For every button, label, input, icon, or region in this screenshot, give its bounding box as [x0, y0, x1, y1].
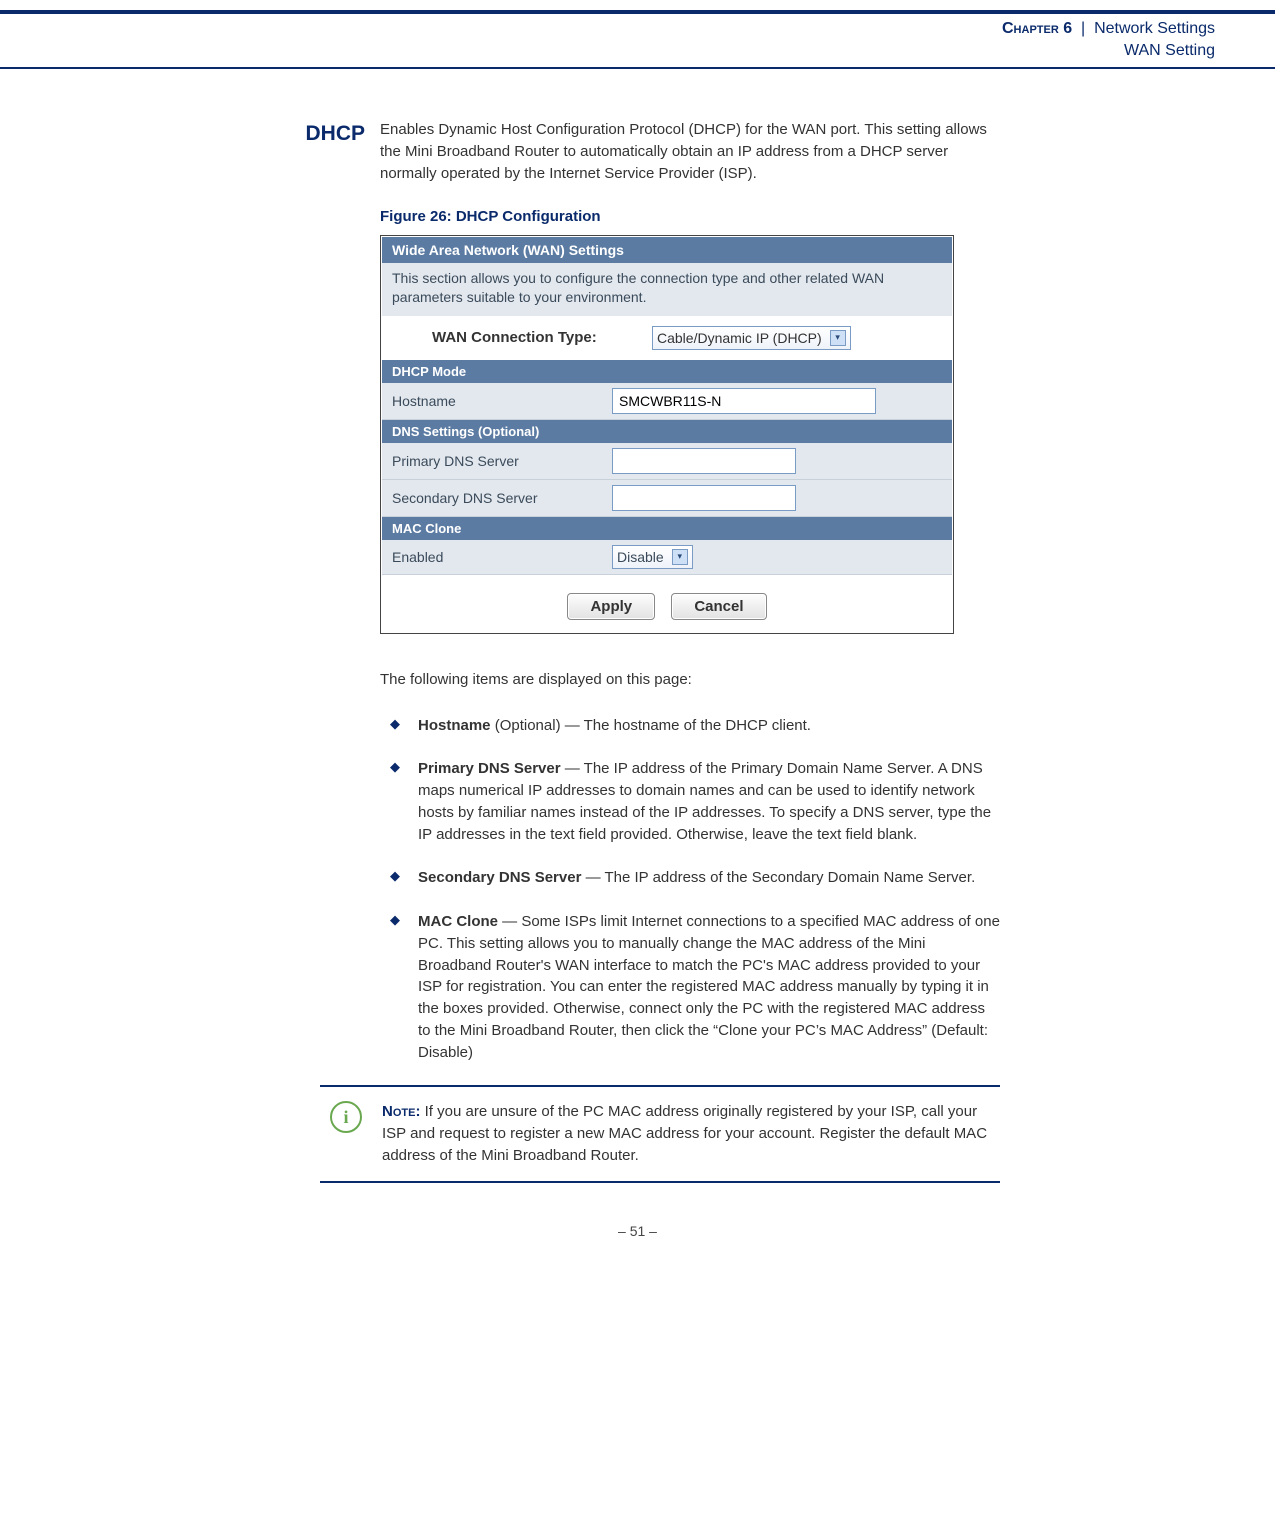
- primary-dns-input[interactable]: [612, 448, 796, 474]
- panel-description: This section allows you to configure the…: [382, 263, 952, 315]
- list-item: Primary DNS Server — The IP address of t…: [380, 758, 1000, 845]
- wan-conn-type-label: WAN Connection Type:: [432, 329, 652, 346]
- hostname-input[interactable]: [612, 388, 876, 414]
- primary-dns-label: Primary DNS Server: [392, 453, 612, 469]
- section-heading: DHCP: [0, 122, 365, 146]
- info-icon: i: [330, 1101, 362, 1133]
- section-bar-dns: DNS Settings (Optional): [382, 420, 952, 443]
- items-intro: The following items are displayed on thi…: [380, 669, 1000, 691]
- item-desc: — Some ISPs limit Internet connections t…: [418, 913, 1000, 1061]
- header-separator: |: [1081, 20, 1085, 37]
- page-header: Chapter 6 | Network Settings WAN Setting: [0, 14, 1275, 69]
- figure-screenshot: Wide Area Network (WAN) Settings This se…: [380, 235, 954, 633]
- mac-clone-enabled-value: Disable: [617, 549, 664, 565]
- note-label: Note:: [382, 1103, 420, 1120]
- chevron-down-icon: ▾: [672, 549, 688, 565]
- mac-clone-enabled-label: Enabled: [392, 549, 612, 565]
- note-text: If you are unsure of the PC MAC address …: [382, 1103, 987, 1164]
- item-desc: — The IP address of the Secondary Domain…: [581, 869, 975, 886]
- note-block: i Note: If you are unsure of the PC MAC …: [320, 1085, 1000, 1182]
- wan-conn-type-value: Cable/Dynamic IP (DHCP): [657, 330, 822, 346]
- list-item: Secondary DNS Server — The IP address of…: [380, 867, 1000, 889]
- items-list: Hostname (Optional) — The hostname of th…: [380, 715, 1000, 1064]
- figure-caption: Figure 26: DHCP Configuration: [380, 208, 1000, 225]
- chevron-down-icon: ▾: [830, 330, 846, 346]
- mac-clone-enabled-select[interactable]: Disable ▾: [612, 545, 693, 569]
- list-item: MAC Clone — Some ISPs limit Internet con…: [380, 911, 1000, 1063]
- list-item: Hostname (Optional) — The hostname of th…: [380, 715, 1000, 737]
- secondary-dns-label: Secondary DNS Server: [392, 490, 612, 506]
- item-term: Secondary DNS Server: [418, 869, 581, 886]
- panel-title: Wide Area Network (WAN) Settings: [382, 237, 952, 263]
- chapter-label: Chapter 6: [1002, 20, 1072, 37]
- section-bar-dhcp-mode: DHCP Mode: [382, 360, 952, 383]
- item-term: Primary DNS Server: [418, 760, 561, 777]
- secondary-dns-input[interactable]: [612, 485, 796, 511]
- section-bar-mac-clone: MAC Clone: [382, 517, 952, 540]
- page-number: – 51 –: [0, 1223, 1275, 1239]
- item-term: MAC Clone: [418, 913, 498, 930]
- item-term: Hostname: [418, 717, 491, 734]
- cancel-button[interactable]: Cancel: [671, 593, 766, 620]
- wan-conn-type-select[interactable]: Cable/Dynamic IP (DHCP) ▾: [652, 326, 851, 350]
- chapter-subtitle: WAN Setting: [1124, 42, 1215, 59]
- chapter-title: Network Settings: [1094, 20, 1215, 37]
- hostname-label: Hostname: [392, 393, 612, 409]
- intro-paragraph: Enables Dynamic Host Configuration Proto…: [380, 119, 1000, 184]
- item-desc: (Optional) — The hostname of the DHCP cl…: [491, 717, 811, 734]
- apply-button[interactable]: Apply: [567, 593, 655, 620]
